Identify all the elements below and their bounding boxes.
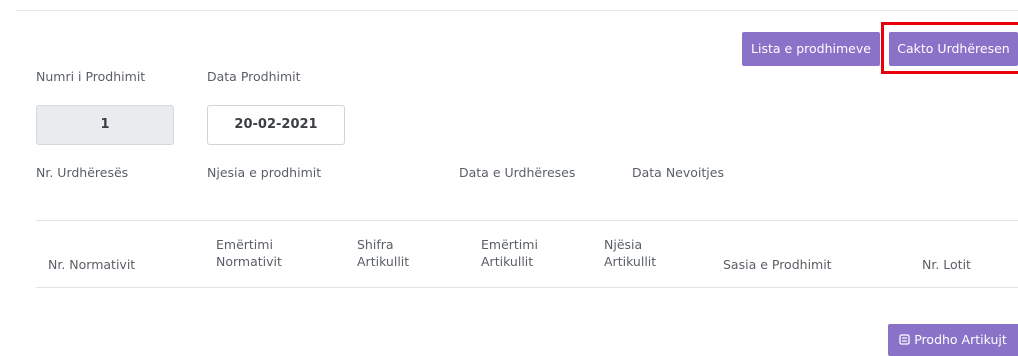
- column-article-unit-line2: Artikullit: [604, 254, 657, 269]
- column-article-unit: Njësia Artikullit: [604, 236, 656, 270]
- top-divider: [16, 10, 1018, 11]
- column-article-name-line1: Emërtimi: [481, 237, 538, 252]
- column-normative-name-line1: Emërtimi: [216, 237, 273, 252]
- column-normative-name: Emërtimi Normativit: [216, 236, 282, 270]
- production-number-field: 1: [36, 105, 174, 145]
- column-lot-number: Nr. Lotit: [922, 257, 971, 272]
- column-article-unit-line1: Njësia: [604, 237, 643, 252]
- table-header-top-rule: [36, 220, 1018, 221]
- order-number-label: Nr. Urdhëresës: [36, 165, 129, 180]
- produce-articles-button[interactable]: Prodho Artikujt: [888, 324, 1018, 356]
- table-header-bottom-rule: [36, 287, 1018, 288]
- production-number-label: Numri i Prodhimit: [36, 69, 146, 84]
- need-date-label: Data Nevoitjes: [632, 165, 724, 180]
- column-article-code-line2: Artikullit: [357, 254, 410, 269]
- column-normative-name-line2: Normativit: [216, 254, 282, 269]
- produce-articles-label: Prodho Artikujt: [914, 332, 1007, 347]
- column-production-quantity: Sasia e Prodhimit: [723, 257, 832, 272]
- column-article-name-line2: Artikullit: [481, 254, 534, 269]
- production-date-field[interactable]: 20-02-2021: [207, 105, 345, 145]
- column-article-name: Emërtimi Artikullit: [481, 236, 538, 270]
- column-article-code-line1: Shifra: [357, 237, 394, 252]
- production-list-button[interactable]: Lista e prodhimeve: [742, 32, 880, 66]
- column-article-code: Shifra Artikullit: [357, 236, 409, 270]
- assign-order-highlight: [881, 22, 1018, 74]
- column-normative-number: Nr. Normativit: [48, 257, 136, 272]
- production-date-label: Data Prodhimit: [207, 69, 301, 84]
- production-unit-label: Njesia e prodhimit: [207, 165, 322, 180]
- production-icon: [899, 334, 910, 345]
- order-date-label: Data e Urdhëreses: [459, 165, 576, 180]
